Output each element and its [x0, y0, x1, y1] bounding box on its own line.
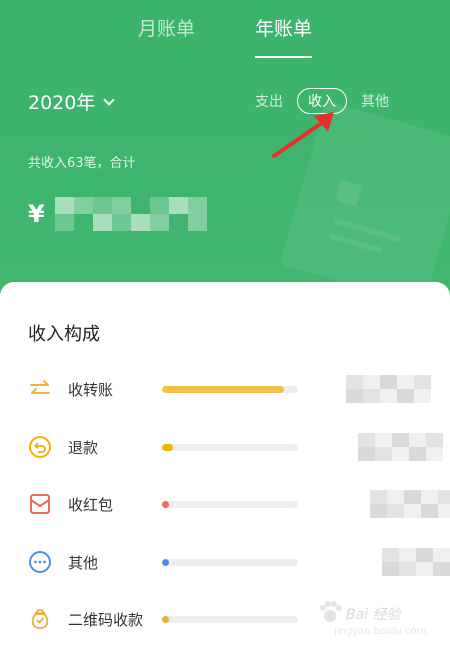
- total-amount: ¥: [28, 197, 207, 231]
- progress-track: [162, 386, 298, 393]
- breakdown-label: 收转账: [68, 381, 114, 399]
- breakdown-label: 退款: [68, 439, 99, 457]
- tab-yearly-bill[interactable]: 年账单: [255, 14, 313, 58]
- year-label: 2020年: [28, 92, 96, 114]
- progress-track: [162, 444, 298, 451]
- watermark-url: jingyan.baidu.com: [334, 626, 427, 637]
- bill-tabs: 月账单 年账单: [0, 14, 450, 58]
- progress-fill: [162, 444, 173, 451]
- red-envelope-icon: [30, 494, 50, 514]
- breakdown-title: 收入构成: [28, 324, 100, 345]
- progress-fill: [162, 501, 169, 508]
- breakdown-label: 其他: [68, 554, 99, 572]
- money-bag-icon: [31, 609, 49, 629]
- breakdown-row-red-envelope[interactable]: 收红包: [0, 484, 450, 524]
- progress-track: [162, 501, 298, 508]
- tab-monthly-bill[interactable]: 月账单: [138, 14, 195, 54]
- more-dots-icon: [29, 551, 51, 573]
- filter-other[interactable]: 其他: [361, 91, 389, 111]
- header-panel: 月账单 年账单 2020年 支出 收入 其他 共收入63笔，合计 ¥: [0, 0, 450, 300]
- income-summary: 共收入63笔，合计: [28, 156, 136, 171]
- progress-fill: [162, 616, 169, 623]
- breakdown-label: 收红包: [68, 496, 114, 514]
- pixelated-amount: [54, 197, 207, 231]
- refund-icon: [29, 436, 51, 458]
- transfer-arrows-icon: [30, 380, 50, 394]
- progress-fill: [162, 386, 285, 393]
- chevron-down-icon: [103, 93, 116, 106]
- breakdown-row-other[interactable]: 其他: [0, 542, 450, 582]
- breakdown-row-refund[interactable]: 退款: [0, 427, 450, 467]
- annotation-arrow-icon: [272, 112, 334, 158]
- pixelated-value: [382, 548, 450, 576]
- progress-track: [162, 559, 298, 566]
- pixelated-value: [346, 375, 431, 403]
- breakdown-label: 二维码收款: [68, 611, 144, 629]
- currency-symbol: ¥: [28, 200, 45, 228]
- pixelated-value: [358, 433, 443, 461]
- breakdown-row-transfer[interactable]: 收转账: [0, 369, 450, 409]
- progress-fill: [162, 559, 169, 566]
- pixelated-value: [370, 490, 450, 518]
- watermark-text: Bai 经验: [346, 607, 401, 623]
- paw-icon: [320, 601, 342, 622]
- year-selector[interactable]: 2020年: [28, 88, 116, 115]
- progress-track: [162, 616, 298, 623]
- baidu-watermark: Bai 经验 jingyan.baidu.com: [312, 596, 442, 646]
